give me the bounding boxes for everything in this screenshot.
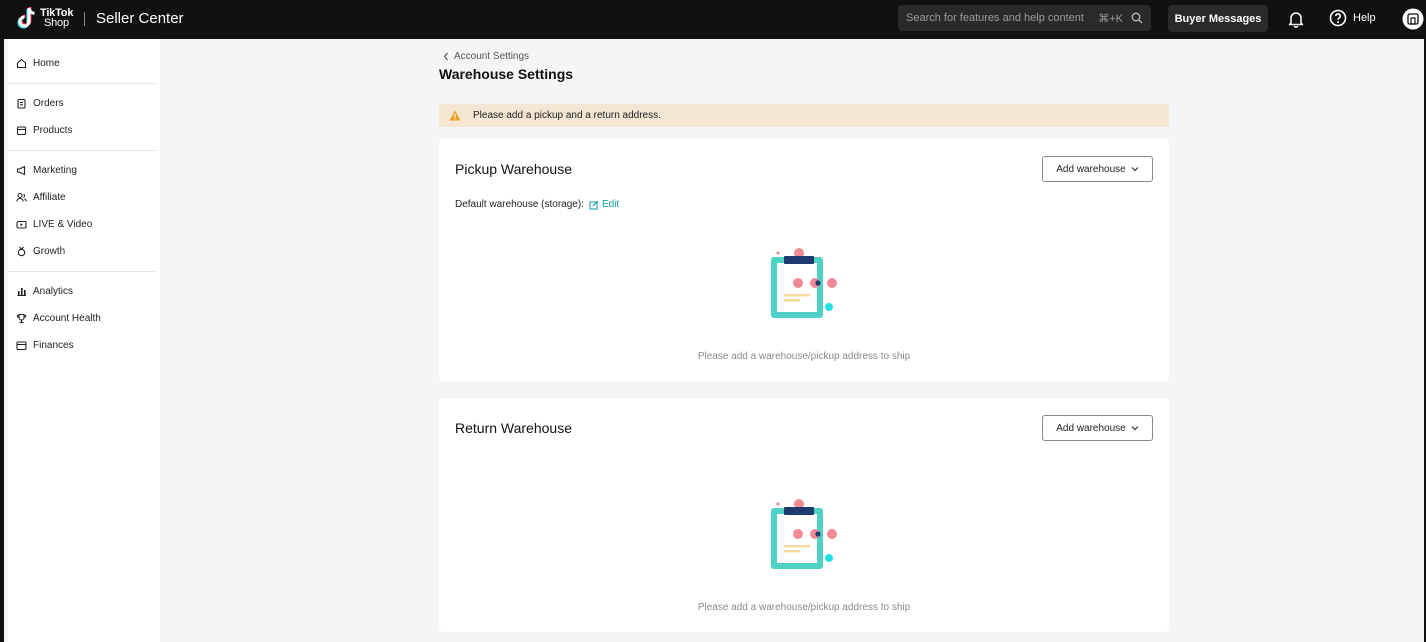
empty-state-text: Please add a warehouse/pickup address to… (697, 351, 911, 362)
video-icon (16, 220, 27, 229)
trophy-icon (16, 313, 27, 324)
sidebar-item-label: Growth (33, 246, 66, 257)
sidebar-item-products[interactable]: Products (8, 117, 156, 144)
nav-group-home: Home (8, 39, 156, 84)
nav-group-marketing: Marketing Affiliate LIVE & Video Growth (8, 151, 156, 272)
page-title: Warehouse Settings (439, 66, 574, 82)
sidebar: Home Orders Products Marketing Affiliate (8, 39, 160, 642)
buyer-messages-button[interactable]: Buyer Messages (1168, 5, 1268, 32)
search-icon (1131, 12, 1143, 24)
nav-group-orders: Orders Products (8, 84, 156, 151)
sidebar-item-label: LIVE & Video (33, 219, 93, 230)
add-return-warehouse-button[interactable]: Add warehouse (1042, 415, 1153, 441)
app-frame: TikTok Shop Seller Center Search for fea… (0, 0, 1426, 642)
tiktok-shop-logo[interactable]: TikTok Shop (16, 6, 73, 30)
chart-icon (17, 288, 26, 296)
app-title: Seller Center (96, 10, 184, 27)
edit-label: Edit (601, 199, 620, 210)
top-bar: TikTok Shop Seller Center Search for fea… (4, 0, 1426, 39)
breadcrumb[interactable]: Account Settings (443, 51, 529, 62)
megaphone-icon (16, 165, 26, 176)
sidebar-item-label: Finances (33, 340, 74, 351)
users-icon (16, 192, 27, 202)
alert-text: Please add a pickup and a return address… (473, 110, 661, 121)
store-avatar-icon[interactable] (1402, 8, 1424, 30)
tiktok-logo-icon (17, 7, 35, 29)
help-circle-icon (1329, 9, 1347, 27)
rocket-icon (17, 246, 26, 257)
chevron-down-icon (1131, 426, 1139, 431)
logo-line-2: Shop (44, 17, 69, 29)
edit-default-warehouse-link[interactable]: Edit (589, 199, 619, 210)
return-warehouse-title: Return Warehouse (455, 420, 572, 436)
warning-icon (449, 110, 461, 121)
empty-clipboard-illustration (771, 499, 837, 569)
pickup-warehouse-title: Pickup Warehouse (455, 161, 572, 177)
sidebar-item-label: Analytics (33, 286, 74, 297)
chevron-down-icon (1131, 167, 1139, 172)
sidebar-item-live-video[interactable]: LIVE & Video (8, 211, 156, 238)
wallet-icon (16, 341, 27, 351)
bell-icon[interactable] (1287, 10, 1305, 28)
chevron-left-icon (443, 52, 448, 61)
pickup-warehouse-card: Pickup Warehouse Add warehouse Default w… (439, 139, 1169, 381)
default-warehouse-row: Default warehouse (storage): Edit (455, 199, 619, 210)
nav-group-analytics: Analytics Account Health Finances (8, 272, 156, 365)
return-warehouse-card: Return Warehouse Add warehouse Please ad… (439, 398, 1169, 632)
search-shortcut: ⌘+K (1098, 12, 1123, 25)
home-icon (16, 58, 27, 69)
help-button[interactable]: Help (1329, 9, 1376, 27)
add-warehouse-label: Add warehouse (1056, 422, 1126, 434)
empty-state-text: Please add a warehouse/pickup address to… (697, 602, 911, 613)
sidebar-item-label: Products (33, 125, 73, 136)
logo-text: TikTok Shop (40, 8, 73, 29)
sidebar-item-finances[interactable]: Finances (8, 332, 156, 359)
sidebar-item-analytics[interactable]: Analytics (8, 278, 156, 305)
breadcrumb-label: Account Settings (454, 51, 530, 62)
sidebar-item-orders[interactable]: Orders (8, 90, 156, 117)
sidebar-item-affiliate[interactable]: Affiliate (8, 184, 156, 211)
add-pickup-warehouse-button[interactable]: Add warehouse (1042, 156, 1153, 182)
sidebar-item-label: Home (33, 58, 60, 69)
box-icon (16, 126, 27, 136)
sidebar-item-label: Orders (33, 98, 64, 109)
help-label: Help (1353, 12, 1376, 24)
sidebar-item-account-health[interactable]: Account Health (8, 305, 156, 332)
sidebar-item-marketing[interactable]: Marketing (8, 157, 156, 184)
clipboard-icon (17, 98, 26, 109)
add-warehouse-label: Add warehouse (1056, 163, 1126, 175)
sidebar-item-label: Affiliate (33, 192, 66, 203)
search-placeholder: Search for features and help content (906, 12, 1084, 24)
default-warehouse-label: Default warehouse (storage): (455, 199, 584, 210)
empty-clipboard-illustration (771, 248, 837, 318)
sidebar-item-label: Account Health (33, 313, 101, 324)
warning-alert: Please add a pickup and a return address… (439, 104, 1169, 127)
sidebar-item-home[interactable]: Home (8, 50, 156, 77)
sidebar-item-growth[interactable]: Growth (8, 238, 156, 265)
logo-divider (84, 12, 85, 26)
sidebar-item-label: Marketing (33, 165, 77, 176)
search-input[interactable]: Search for features and help content ⌘+K (898, 5, 1151, 31)
edit-icon (589, 200, 599, 209)
